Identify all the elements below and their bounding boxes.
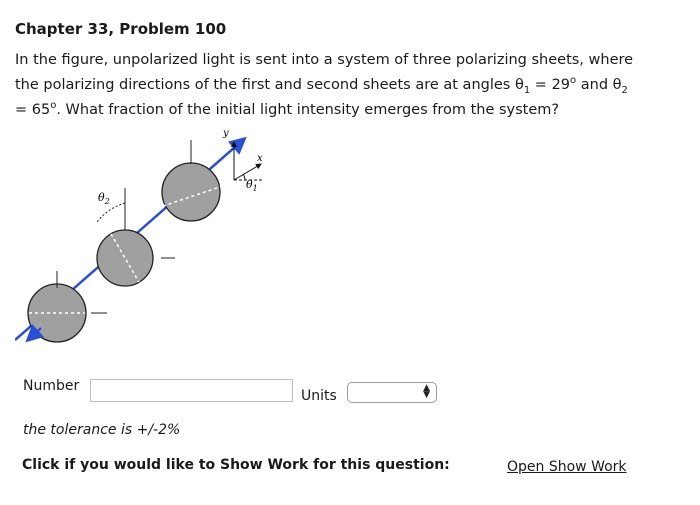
x-label: x	[257, 153, 263, 164]
problem-title: Chapter 33, Problem 100	[15, 20, 227, 38]
tolerance-text: the tolerance is +/-2%	[23, 422, 181, 438]
open-show-work-link[interactable]: Open Show Work	[507, 459, 627, 475]
units-label: Units	[301, 388, 337, 404]
number-label: Number	[23, 378, 80, 394]
number-input[interactable]	[90, 379, 293, 402]
theta2-label: θ2	[98, 191, 110, 206]
units-select[interactable]: ▲ ▼	[347, 382, 437, 403]
problem-statement: In the figure, unpolarized light is sent…	[15, 52, 634, 118]
polarizing-sheet-1	[27, 271, 107, 343]
y-label: y	[222, 128, 229, 139]
polarizer-figure: y x θ1 θ2	[15, 128, 263, 343]
updown-arrows-icon: ▲ ▼	[423, 383, 430, 400]
problem-line-1: In the figure, unpolarized light is sent…	[15, 52, 634, 68]
show-work-prompt: Click if you would like to Show Work for…	[22, 457, 450, 473]
